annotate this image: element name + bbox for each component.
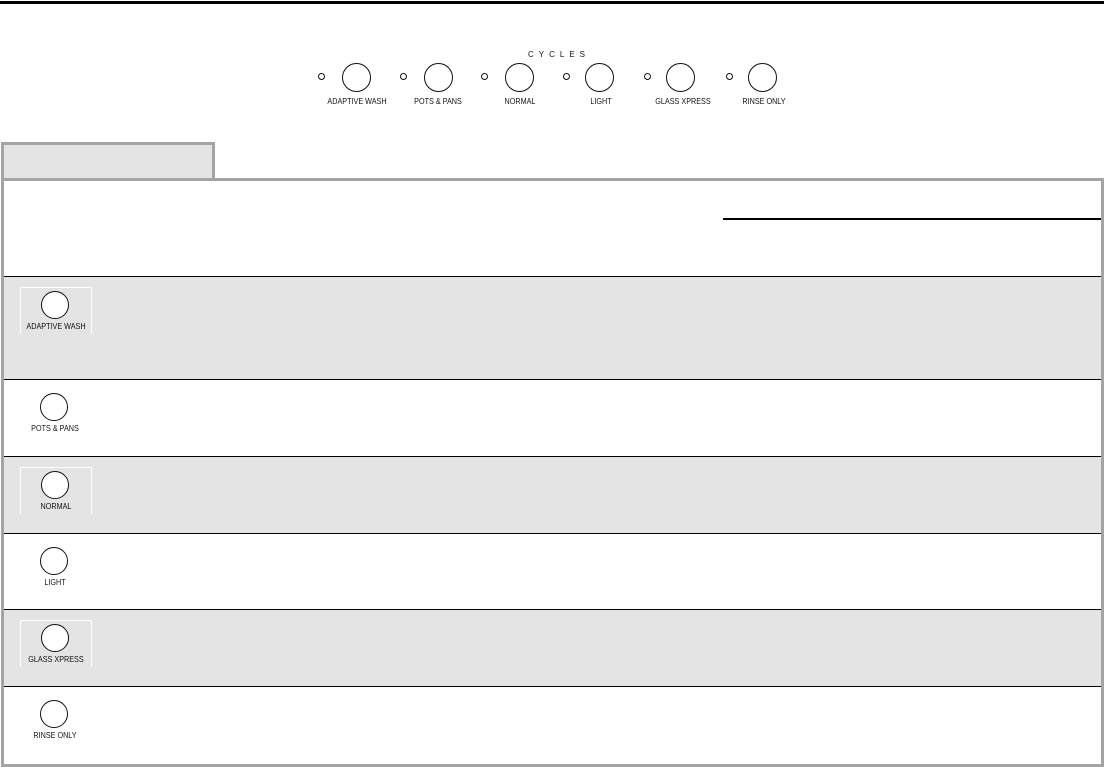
panel-button-pots-pans[interactable]: POTS & PANS — [400, 63, 480, 111]
table-tab — [1, 142, 215, 181]
cycle-button-circle-icon — [40, 700, 68, 728]
cycle-icon-pots-pans: POTS & PANS — [20, 390, 90, 436]
panel-button-light[interactable]: LIGHT — [563, 63, 643, 111]
cycle-button-circle-icon — [41, 471, 69, 499]
table-row-rinse-only: RINSE ONLY — [4, 687, 1101, 764]
panel-button-label: LIGHT — [590, 96, 612, 106]
cycle-button-circle-icon — [505, 63, 534, 92]
header-divider — [723, 218, 1101, 220]
indicator-light-icon — [726, 73, 733, 80]
cycle-label: GLASS XPRESS — [28, 654, 84, 664]
cycle-label: LIGHT — [44, 577, 66, 587]
cycle-icon-adaptive-wash: ADAPTIVE WASH — [20, 287, 92, 334]
panel-button-adaptive-wash[interactable]: ADAPTIVE WASH — [318, 63, 398, 111]
panel-button-normal[interactable]: NORMAL — [481, 63, 561, 111]
cycle-icon-glass-xpress: GLASS XPRESS — [20, 620, 92, 667]
indicator-light-icon — [563, 73, 570, 80]
panel-button-label: RINSE ONLY — [742, 96, 786, 106]
cycle-button-circle-icon — [40, 393, 68, 421]
panel-button-label: GLASS XPRESS — [655, 96, 711, 106]
cycle-button-circle-icon — [585, 63, 614, 92]
table-header-row — [4, 181, 1101, 277]
cycle-label: NORMAL — [40, 501, 72, 511]
cycle-label: POTS & PANS — [31, 423, 79, 433]
panel-button-glass-xpress[interactable]: GLASS XPRESS — [644, 63, 724, 111]
table-row-normal: NORMAL — [4, 457, 1101, 534]
indicator-light-icon — [318, 73, 325, 80]
cycle-button-circle-icon — [424, 63, 453, 92]
table-row-adaptive-wash: ADAPTIVE WASH — [4, 277, 1101, 380]
table-row-pots-pans: POTS & PANS — [4, 380, 1101, 457]
cycle-icon-rinse-only: RINSE ONLY — [20, 697, 90, 743]
panel-button-label: NORMAL — [504, 96, 536, 106]
cycle-label: RINSE ONLY — [33, 730, 77, 740]
panel-button-rinse-only[interactable]: RINSE ONLY — [726, 63, 806, 111]
panel-button-label: POTS & PANS — [414, 96, 462, 106]
table-row-light: LIGHT — [4, 534, 1101, 610]
cycle-icon-normal: NORMAL — [20, 467, 92, 514]
cycle-button-circle-icon — [748, 63, 777, 92]
cycle-button-circle-icon — [40, 547, 68, 575]
indicator-light-icon — [481, 73, 488, 80]
cycle-label: ADAPTIVE WASH — [26, 321, 86, 331]
cycle-button-circle-icon — [41, 291, 69, 319]
cycles-title: CYCLES — [528, 50, 591, 59]
cycle-button-circle-icon — [666, 63, 695, 92]
cycle-button-circle-icon — [41, 624, 69, 652]
indicator-light-icon — [644, 73, 651, 80]
cycles-table: ADAPTIVE WASH POTS & PANS NORMAL LIGHT G… — [1, 178, 1104, 767]
panel-button-label: ADAPTIVE WASH — [327, 96, 387, 106]
cycle-button-circle-icon — [342, 63, 371, 92]
top-rule — [0, 1, 1104, 4]
table-row-glass-xpress: GLASS XPRESS — [4, 610, 1101, 687]
cycle-icon-light: LIGHT — [20, 544, 90, 590]
indicator-light-icon — [400, 73, 407, 80]
